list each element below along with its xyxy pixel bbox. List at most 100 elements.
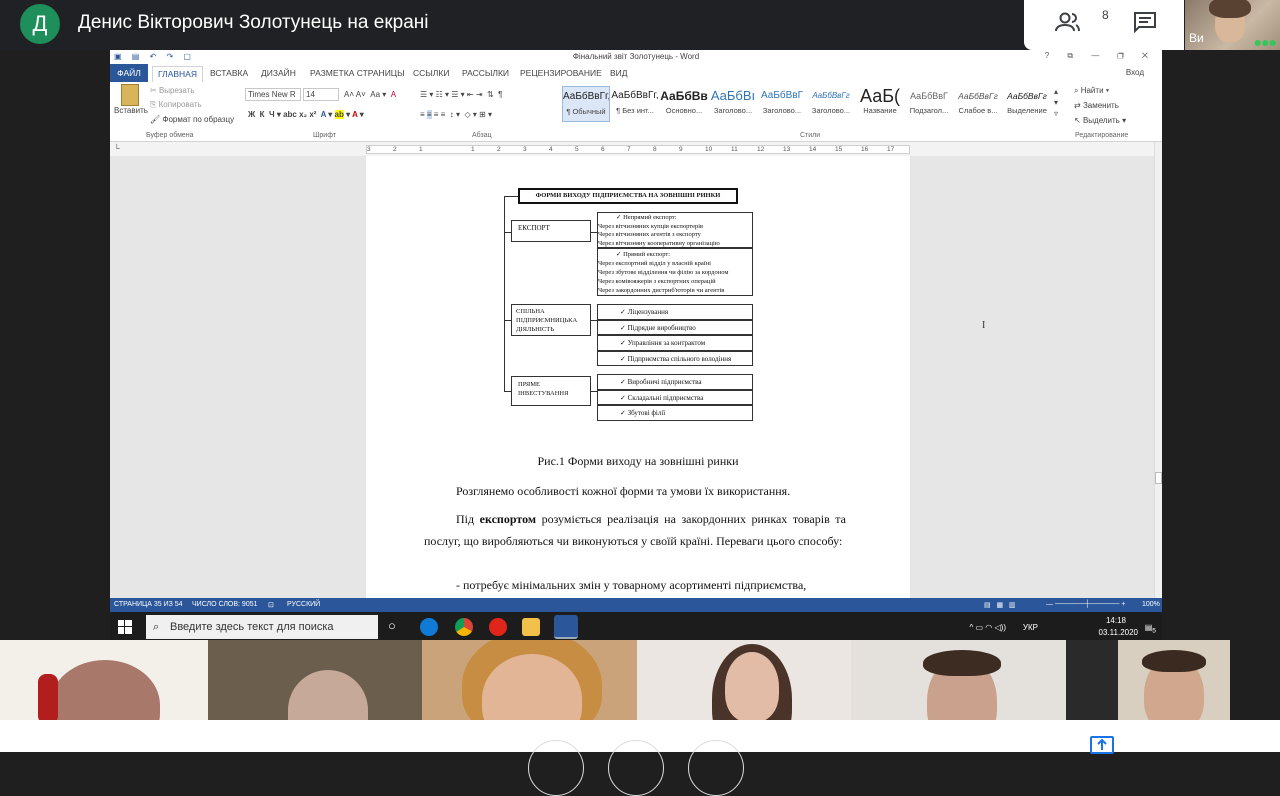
word-count[interactable]: ЧИСЛО СЛОВ: 9051 [192,601,258,608]
diagram-connector [504,391,511,392]
participant-tile[interactable] [422,640,637,720]
participant-tile[interactable] [0,640,208,720]
cut-button[interactable]: ✂ Вырезать [150,86,195,95]
participant-tile-dark[interactable] [1230,640,1280,720]
style-subtle-emphasis[interactable]: АаБбВвГг Слабое в... [954,86,1002,122]
document-page[interactable]: ФОРМИ ВИХОДУ ПІДПРИЄМСТВА НА ЗОВНІШНІ РИ… [366,156,985,598]
style-no-spacing[interactable]: АаБбВвГг, ¶ Без инт... [611,86,659,122]
opera-icon[interactable] [489,618,507,636]
style-subtitle[interactable]: АаБбВвГ Подзагол... [905,86,953,122]
select-button[interactable]: ↖ Выделить ▾ [1074,116,1126,125]
page-count[interactable]: СТРАНИЦА 35 ИЗ 54 [114,601,183,608]
participant-hair [923,650,1001,676]
tab-home[interactable]: ГЛАВНАЯ [152,66,203,82]
ruler-number: 14 [809,146,817,153]
document-area[interactable]: ФОРМИ ВИХОДУ ПІДПРИЄМСТВА НА ЗОВНІШНІ РИ… [110,156,1156,598]
word-taskbar-icon[interactable] [554,615,578,639]
font-size-select[interactable]: 14 [303,88,339,101]
task-view-icon[interactable]: ○ [388,618,396,633]
check-icon: ✓ [620,378,628,386]
font-name-select[interactable]: Times New R [245,88,301,101]
clock-date[interactable]: 03.11.2020 [1099,628,1138,637]
login-link[interactable]: Вход [1126,68,1144,77]
brush-icon: 🖌 [150,115,163,124]
styles-scroll[interactable]: ▴ ▾ ▿ [1054,86,1058,119]
windows-start-icon[interactable] [118,620,132,634]
copy-button[interactable]: ⎘ Копировать [150,100,202,110]
diagram-direct-invest-box: ПРЯМЕ ІНВЕСТУВАННЯ [511,376,591,406]
indirect-export-box: ✓ Непрямий експорт: Через вітчизняних ку… [597,212,753,248]
people-button[interactable]: 8 [1054,8,1109,40]
ruler-number: 8 [653,146,657,153]
end-call-button[interactable] [608,740,664,796]
participant-tile[interactable] [851,640,1066,720]
taskbar-search-input[interactable]: ⌕ Введите здесь текст для поиска [146,615,378,639]
style-heading-2[interactable]: АаБбВвГ Заголово... [758,86,806,122]
align-buttons[interactable]: ≡ ≡ ≡ ≡ ↕ ▾ ◇ ▾ ⊞ ▾ [420,110,492,119]
paragraph-2: Під експортом розуміється реалізація на … [424,512,846,548]
zoom-level[interactable]: 100% [1142,601,1160,608]
participant-face [288,670,368,720]
tab-mailings[interactable]: РАССЫЛКИ [462,68,509,78]
notification-icon[interactable]: ▤5 [1145,623,1156,635]
keyboard-language[interactable]: УКР [1023,623,1038,632]
tray-icons[interactable]: ^ ▭ ◠ ◁)) [970,623,1006,632]
tab-references[interactable]: ССЫЛКИ [413,68,449,78]
list-buttons[interactable]: ☰ ▾ ☷ ▾ ☰ ▾ ⇤ ⇥ ⇅ ¶ [420,90,502,99]
diagram-connector [504,320,511,321]
tab-view[interactable]: ВИД [610,68,628,78]
diagram-connector [504,196,505,392]
diagram-title: ФОРМИ ВИХОДУ ПІДПРИЄМСТВА НА ЗОВНІШНІ РИ… [518,188,738,204]
vertical-scrollbar[interactable] [1154,142,1162,598]
style-heading-3[interactable]: АаБбВвГг Заголово... [807,86,855,122]
scroll-thumb[interactable] [1155,472,1162,484]
tab-stop-icon[interactable]: └ [114,144,120,153]
tab-layout[interactable]: РАЗМЕТКА СТРАНИЦЫ [310,68,405,78]
style-body-text[interactable]: АаБбВв Основно... [660,86,708,122]
file-explorer-icon[interactable] [522,618,540,636]
participant-tile[interactable] [1118,640,1230,720]
camera-button[interactable] [688,740,744,796]
horizontal-ruler[interactable]: └ 3 2 1 1 2 3 4 5 6 7 8 9 10 11 12 13 14 15 16 17 [110,142,1162,156]
chrome-icon[interactable] [455,618,473,636]
edge-icon[interactable] [420,618,438,636]
font-grow-shrink-buttons[interactable]: A˄ A˅ Aa ▾ A [344,90,396,99]
window-controls[interactable]: ? ⧉ — ❐ ✕ [1045,51,1156,61]
style-normal[interactable]: АаБбВвГг, ¶ Обычный [562,86,610,122]
ruler-number: 7 [627,146,631,153]
font-format-buttons[interactable]: Ж К Ч ▾ abc x₂ x² A ▾ ab ▾ A ▾ [248,110,364,119]
participant-tile[interactable] [208,640,422,720]
clipboard-icon [121,84,139,106]
self-view-tile: Ви ●●● [1185,0,1280,50]
paste-button[interactable]: Вставить [114,84,148,115]
style-emphasis[interactable]: АаБбВвГг Выделение [1003,86,1051,122]
check-icon: ✓ [620,354,628,363]
tab-design[interactable]: ДИЗАЙН [261,68,296,78]
font-group-label: Шрифт [313,132,337,139]
find-button[interactable]: ⌕ Найти ▾ [1074,86,1109,96]
presenter-avatar: Д [20,4,60,44]
style-title[interactable]: АаБ(Название [856,86,904,122]
joint-activity-item: ✓ Управління за контрактом [597,335,753,351]
present-now-icon[interactable] [1090,736,1114,754]
clock-time[interactable]: 14:18 [1106,616,1126,625]
replace-button[interactable]: ⇄ Заменить [1074,101,1119,110]
tab-file[interactable]: ФАЙЛ [110,64,148,82]
tab-insert[interactable]: ВСТАВКА [210,68,248,78]
format-painter-button[interactable]: 🖌 Формат по образцу [150,115,234,124]
mic-button[interactable] [528,740,584,796]
chat-button[interactable] [1132,10,1160,38]
zoom-slider[interactable]: — ──────┼────── + [1046,601,1125,608]
participant-tile-dark[interactable] [1066,640,1118,720]
proofing-icon[interactable]: ⊡ [268,601,274,609]
style-heading-1[interactable]: АаБбВı Заголово... [709,86,757,122]
ruler-bar: 3 2 1 1 2 3 4 5 6 7 8 9 10 11 12 13 14 15 16 17 [366,145,910,154]
ribbon: Вставить ✂ Вырезать ⎘ Копировать 🖌 Форма… [110,82,1162,142]
language-indicator[interactable]: РУССКИЙ [287,601,320,608]
ruler-number: 4 [549,146,553,153]
view-buttons[interactable]: ▤ ▦ ▥ [984,601,1016,609]
self-label: Ви [1189,31,1204,45]
tab-review[interactable]: РЕЦЕНЗИРОВАНИЕ [520,68,602,78]
ruler-number: 1 [471,146,475,153]
participant-tile[interactable] [637,640,851,720]
